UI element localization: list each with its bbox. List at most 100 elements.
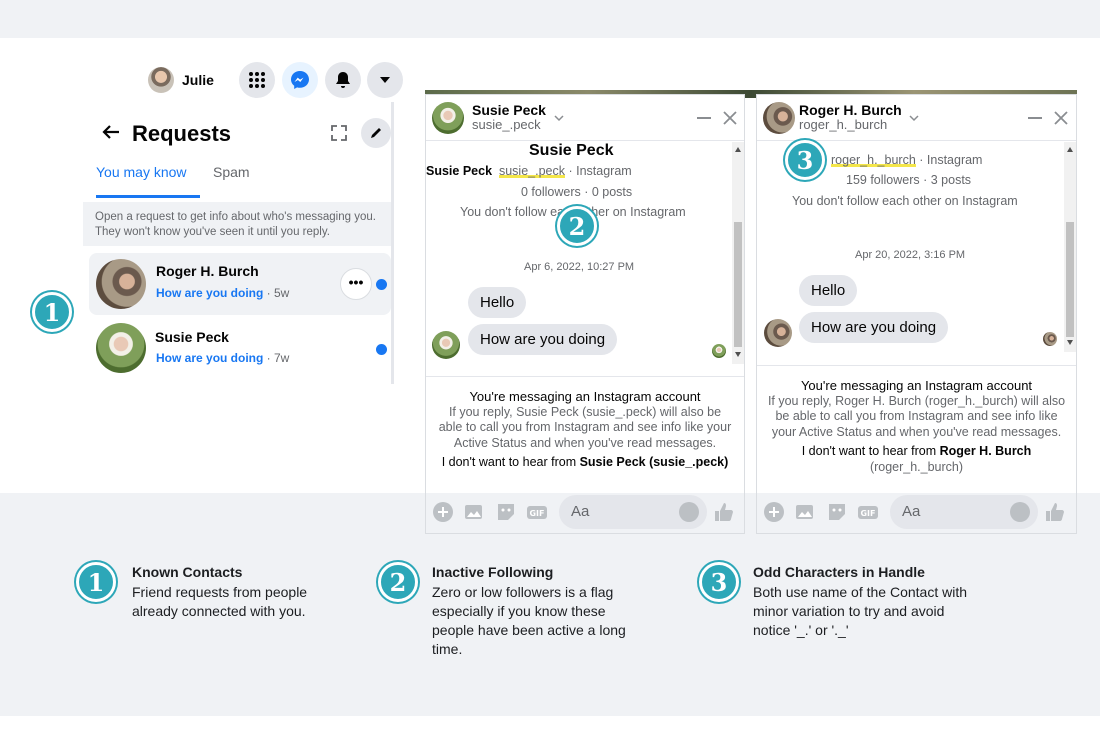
chevron-down-icon[interactable] (908, 112, 920, 124)
legend-description: Zero or low followers is a flag especial… (432, 584, 626, 657)
gif-icon[interactable]: GIF (857, 501, 879, 523)
emoji-icon[interactable] (1010, 502, 1030, 522)
avatar (432, 331, 460, 359)
request-row-susie[interactable]: Susie Peck How are you doing · 7w (89, 317, 391, 379)
notice-body: If you reply, Susie Peck (susie_.peck) w… (438, 404, 732, 450)
request-row-roger[interactable]: Roger H. Burch How are you doing · 5w ••… (89, 253, 391, 315)
annotation-badge-1: 1 (32, 292, 72, 332)
tab-you-may-know[interactable]: You may know (96, 164, 200, 198)
close-icon[interactable] (722, 110, 738, 126)
annotation-badge-3: 3 (785, 140, 825, 180)
messenger-button[interactable] (282, 62, 318, 98)
plus-icon[interactable] (432, 501, 454, 523)
avatar (96, 323, 146, 373)
avatar (96, 259, 146, 309)
legend-badge-3: 3 (699, 562, 739, 602)
message-composer: GIF Aa (426, 493, 744, 533)
notice-title: You're messaging an Instagram account (800, 378, 1033, 393)
bell-icon (336, 72, 350, 88)
chat-window-susie: Susie Peck susie_.peck Susie Peck Susie … (425, 94, 745, 534)
legend-item-inactive-following: 2 Inactive Following Zero or low followe… (378, 562, 658, 662)
message-bubble: How are you doing (468, 324, 618, 355)
minimize-icon[interactable] (1028, 117, 1042, 119)
profile-chip[interactable]: Julie (148, 64, 214, 96)
message-timestamp: Apr 6, 2022, 10:27 PM (524, 261, 635, 273)
instagram-notice: You're messaging an Instagram account If… (757, 365, 1076, 493)
footer-strip (0, 716, 1100, 750)
thumbs-up-icon[interactable] (713, 501, 735, 523)
annotation-badge-2: 2 (557, 206, 597, 246)
legend-title: Known Contacts (132, 564, 243, 580)
svg-text:GIF: GIF (529, 509, 544, 518)
message-time: · 5w (263, 286, 290, 300)
thumbs-up-icon[interactable] (1044, 501, 1066, 523)
avatar (432, 102, 464, 134)
chat-contact-name: Roger H. Burch (799, 102, 902, 118)
tab-spam[interactable]: Spam (213, 164, 250, 198)
message-input[interactable]: Aa (890, 495, 1038, 529)
avatar (763, 102, 795, 134)
message-bubble: Hello (468, 287, 527, 318)
requests-header: Requests (83, 110, 391, 154)
more-options-button[interactable]: ••• (340, 268, 372, 300)
follower-stats: 0 followers · 0 posts (521, 185, 633, 199)
opt-out-link[interactable]: I don't want to hear from Roger H. Burch… (757, 444, 1076, 475)
pencil-icon (371, 128, 381, 138)
seen-avatar (712, 344, 726, 358)
image-icon[interactable] (794, 501, 816, 523)
sticker-icon[interactable] (826, 501, 848, 523)
avatar (764, 319, 792, 347)
grid-icon (249, 72, 265, 88)
contact-name: Susie Peck (155, 329, 229, 345)
legend-item-odd-characters: 3 Odd Characters in Handle Both use name… (699, 562, 979, 642)
gif-icon[interactable]: GIF (526, 501, 548, 523)
compose-button[interactable] (361, 118, 391, 148)
close-icon[interactable] (1053, 110, 1069, 126)
chat-contact-name: Susie Peck (472, 102, 546, 118)
request-info-text: Open a request to get info about who's m… (83, 202, 391, 246)
contact-name: Roger H. Burch (156, 263, 259, 279)
message-input[interactable]: Aa (559, 495, 707, 529)
notifications-button[interactable] (325, 62, 361, 98)
avatar (148, 67, 174, 93)
sticker-icon[interactable] (495, 501, 517, 523)
unread-dot (376, 279, 387, 290)
opt-out-link[interactable]: I don't want to hear from Susie Peck (su… (426, 455, 744, 471)
message-time: · 7w (263, 351, 290, 365)
back-arrow-icon[interactable] (99, 120, 123, 144)
requests-panel: Requests You may know Spam Open a reques… (83, 102, 394, 384)
profile-handle-line: roger_h._burch · Instagram (831, 153, 983, 167)
legend-item-known-contacts: 1 Known Contacts Friend requests from pe… (76, 562, 336, 642)
plus-icon[interactable] (763, 501, 785, 523)
account-menu-button[interactable] (367, 62, 403, 98)
expand-icon[interactable] (330, 124, 348, 142)
message-preview: How are you doing · 7w (156, 351, 290, 365)
follow-status: You don't follow each other on Instagram (792, 194, 1018, 208)
emoji-icon[interactable] (679, 502, 699, 522)
chevron-down-icon[interactable] (553, 112, 565, 124)
messenger-icon (291, 71, 309, 89)
message-bubble: Hello (799, 275, 858, 306)
notice-body: If you reply, Roger H. Burch (roger_h._b… (767, 393, 1066, 439)
minimize-icon[interactable] (697, 117, 711, 119)
scrollbar[interactable] (732, 142, 744, 364)
menu-grid-button[interactable] (239, 62, 275, 98)
chat-contact-handle: susie_.peck (472, 117, 541, 132)
image-icon[interactable] (463, 501, 485, 523)
legend-description: Both use name of the Contact with minor … (753, 584, 968, 638)
seen-avatar (1043, 332, 1057, 346)
profile-name: Susie Peck (529, 142, 614, 159)
message-timestamp: Apr 20, 2022, 3:16 PM (855, 249, 966, 261)
message-bubble: How are you doing (799, 312, 949, 343)
chat-contact-handle: roger_h._burch (799, 117, 888, 132)
svg-text:GIF: GIF (860, 509, 875, 518)
chat-header[interactable]: Susie Peck susie_.peck (426, 95, 744, 141)
legend-description: Friend requests from people already conn… (132, 584, 308, 619)
scrollbar[interactable] (1064, 142, 1076, 352)
notice-title: You're messaging an Instagram account (469, 389, 701, 404)
legend-title: Odd Characters in Handle (753, 564, 925, 580)
instagram-notice: You're messaging an Instagram account If… (426, 376, 744, 494)
follower-stats: 159 followers · 3 posts (846, 173, 972, 187)
chat-header[interactable]: Roger H. Burch roger_h._burch (757, 95, 1076, 141)
request-tabs: You may know Spam (83, 154, 391, 198)
